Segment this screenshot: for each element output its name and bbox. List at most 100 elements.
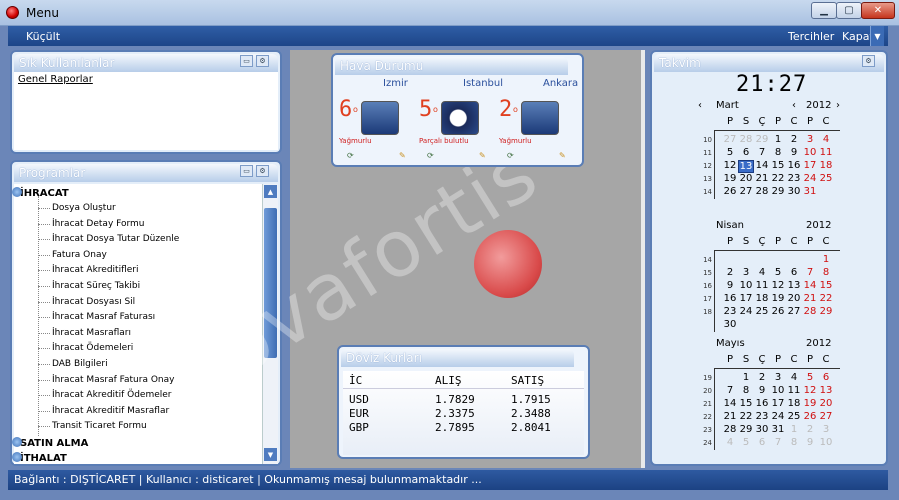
calendar-day[interactable]: 4 [722, 437, 738, 448]
favorite-item[interactable]: Genel Raporlar [18, 74, 93, 85]
calendar-day[interactable]: 8 [770, 147, 786, 158]
folder-icon[interactable]: ✎ [479, 151, 486, 160]
calendar-day[interactable]: 2 [754, 372, 770, 383]
calendar-day[interactable]: 30 [786, 186, 802, 197]
calendar-day[interactable]: 10 [738, 280, 754, 291]
calendar-day[interactable]: 16 [786, 160, 802, 171]
tree-item[interactable]: İhracat Ödemeleri [52, 341, 133, 356]
tree-item[interactable]: İhracat Süreç Takibi [52, 279, 140, 294]
calendar-day[interactable]: 21 [802, 293, 818, 304]
calendar-day[interactable]: 1 [770, 134, 786, 145]
calendar-day[interactable]: 10 [802, 147, 818, 158]
calendar-day[interactable]: 30 [722, 319, 738, 330]
calendar-day[interactable]: 29 [738, 424, 754, 435]
calendar-day[interactable]: 27 [818, 411, 834, 422]
calendar-day[interactable]: 11 [818, 147, 834, 158]
calendar-day[interactable]: 18 [818, 160, 834, 171]
tree-item[interactable]: İhracat Akreditif Masraflar [52, 404, 169, 419]
calendar-day[interactable]: 3 [802, 134, 818, 145]
calendar-day[interactable]: 26 [722, 186, 738, 197]
calendar-day[interactable]: 24 [738, 306, 754, 317]
calendar-day[interactable]: 12 [802, 385, 818, 396]
calendar-day[interactable]: 14 [802, 280, 818, 291]
calendar-day[interactable]: 19 [722, 173, 738, 184]
calendar-day[interactable]: 20 [738, 173, 754, 184]
calendar-day[interactable]: 30 [754, 424, 770, 435]
scroll-up-icon[interactable]: ▲ [264, 185, 277, 198]
refresh-icon[interactable]: ⟳ [347, 151, 354, 160]
calendar-day[interactable]: 6 [738, 147, 754, 158]
calendar-day[interactable]: 1 [818, 254, 834, 265]
calendar-day[interactable]: 21 [754, 173, 770, 184]
calendar-day[interactable]: 4 [818, 134, 834, 145]
calendar-day[interactable]: 14 [722, 398, 738, 409]
calendar-day[interactable]: 23 [754, 411, 770, 422]
calendar-day[interactable]: 20 [818, 398, 834, 409]
calendar-day[interactable]: 22 [770, 173, 786, 184]
maximize-button[interactable]: ▢ [836, 2, 862, 19]
calendar-day[interactable]: 22 [738, 411, 754, 422]
settings-icon[interactable]: ⚙ [256, 165, 269, 177]
calendar-day[interactable]: 6 [754, 437, 770, 448]
calendar-day[interactable]: 16 [754, 398, 770, 409]
calendar-day[interactable]: 8 [738, 385, 754, 396]
calendar-day[interactable]: 5 [722, 147, 738, 158]
calendar-day[interactable]: 10 [770, 385, 786, 396]
calendar-day[interactable]: 17 [770, 398, 786, 409]
tree-item[interactable]: İhracat Masraf Faturası [52, 310, 155, 325]
collapse-icon[interactable]: ▭ [240, 165, 253, 177]
calendar-day[interactable]: 3 [818, 424, 834, 435]
refresh-icon[interactable]: ⟳ [427, 151, 434, 160]
calendar-day[interactable]: 18 [754, 293, 770, 304]
calendar-day[interactable]: 12 [722, 160, 738, 171]
calendar-day[interactable]: 5 [738, 437, 754, 448]
tree-item[interactable]: İhracat Masraf Fatura Onay [52, 373, 174, 388]
tree-item[interactable]: Dosya Oluştur [52, 201, 116, 216]
calendar-day[interactable]: 18 [786, 398, 802, 409]
tree-item[interactable]: İhracat Detay Formu [52, 217, 145, 232]
scroll-down-icon[interactable]: ▼ [264, 448, 277, 461]
calendar-day[interactable]: 5 [802, 372, 818, 383]
close-button[interactable]: ✕ [861, 2, 895, 19]
calendar-day[interactable]: 31 [770, 424, 786, 435]
calendar-day[interactable]: 3 [738, 267, 754, 278]
calendar-day[interactable]: 23 [786, 173, 802, 184]
calendar-day[interactable]: 15 [818, 280, 834, 291]
calendar-day[interactable]: 20 [786, 293, 802, 304]
settings-icon[interactable]: ⚙ [256, 55, 269, 67]
calendar-day[interactable]: 7 [770, 437, 786, 448]
tree-item[interactable]: Fatura Onay [52, 248, 107, 263]
calendar-day[interactable]: 6 [818, 372, 834, 383]
tree-item[interactable]: İhracat Dosya Tutar Düzenle [52, 232, 179, 247]
tree-group[interactable]: İTHALAT [20, 451, 67, 466]
calendar-day[interactable]: 31 [802, 186, 818, 197]
calendar-day[interactable]: 4 [754, 267, 770, 278]
tree-item[interactable]: İhracat Dosyası Sil [52, 295, 135, 310]
minimize-menu-item[interactable]: Küçült [26, 30, 60, 43]
calendar-day[interactable]: 19 [770, 293, 786, 304]
refresh-icon[interactable]: ⟳ [507, 151, 514, 160]
calendar-day[interactable]: 26 [802, 411, 818, 422]
tree-item[interactable]: DAB Bilgileri [52, 357, 108, 372]
calendar-day[interactable]: 26 [770, 306, 786, 317]
calendar-day[interactable]: 2 [786, 134, 802, 145]
expand-icon[interactable] [12, 187, 22, 197]
expand-icon[interactable] [12, 452, 22, 462]
tree-group[interactable]: İHRACAT [20, 186, 69, 201]
calendar-day[interactable]: 11 [754, 280, 770, 291]
calendar-day[interactable]: 19 [802, 398, 818, 409]
calendar-day[interactable]: 1 [786, 424, 802, 435]
calendar-day[interactable]: 22 [818, 293, 834, 304]
tree-item[interactable]: Transit Ticaret Formu [52, 419, 147, 434]
calendar-day[interactable]: 24 [770, 411, 786, 422]
calendar-day[interactable]: 9 [802, 437, 818, 448]
collapse-icon[interactable]: ▭ [240, 55, 253, 67]
calendar-day[interactable]: 28 [802, 306, 818, 317]
calendar-day[interactable]: 13 [818, 385, 834, 396]
settings-icon[interactable]: ⚙ [862, 55, 875, 67]
folder-icon[interactable]: ✎ [399, 151, 406, 160]
calendar-day[interactable]: 24 [802, 173, 818, 184]
calendar-day[interactable]: 4 [786, 372, 802, 383]
calendar-day[interactable]: 25 [786, 411, 802, 422]
calendar-day[interactable]: 7 [722, 385, 738, 396]
